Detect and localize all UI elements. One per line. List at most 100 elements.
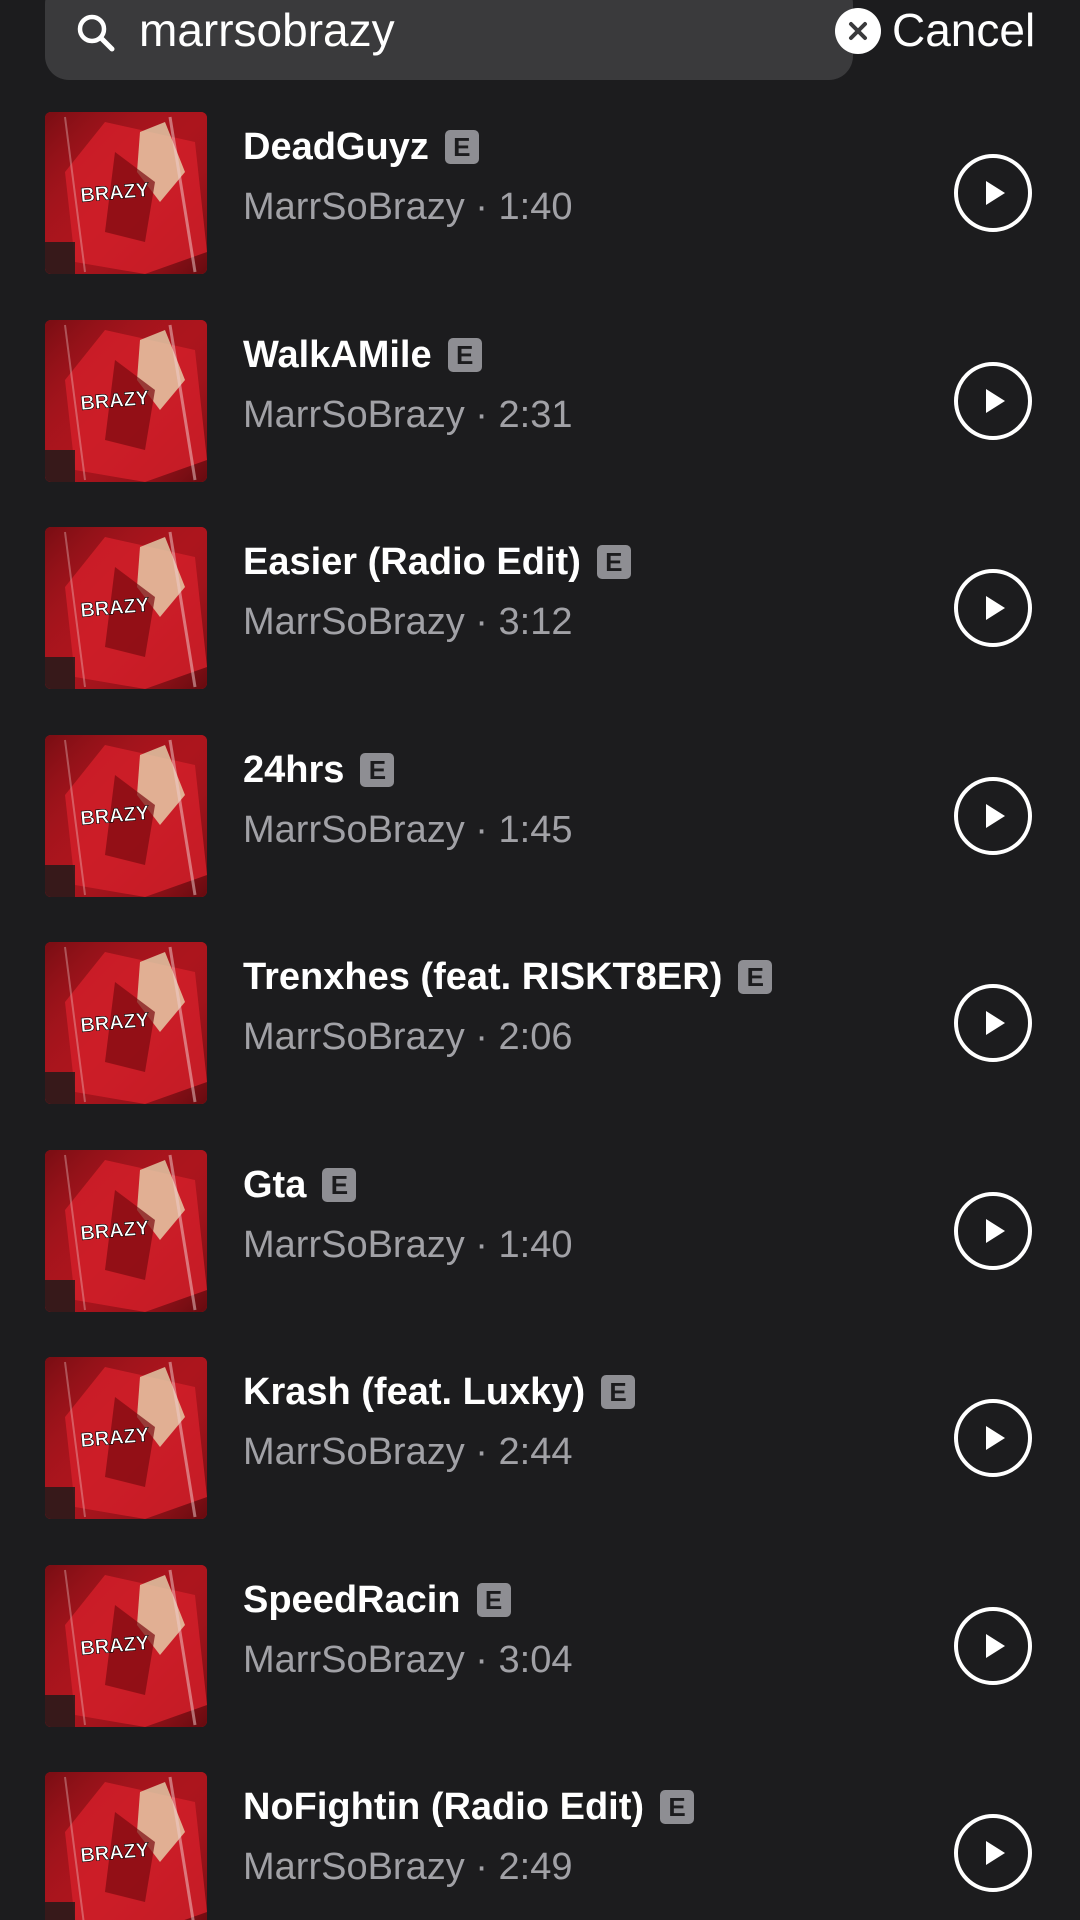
track-subtitle: MarrSoBrazy · 2:31: [243, 392, 572, 438]
play-button[interactable]: [953, 983, 1033, 1063]
play-button[interactable]: [953, 361, 1033, 441]
explicit-badge: E: [660, 1790, 695, 1824]
track-row[interactable]: BRAZY Easier (Radio Edit) E MarrSoBrazy …: [0, 523, 1080, 731]
track-duration: 3:12: [498, 601, 573, 643]
track-subtitle: MarrSoBrazy · 1:40: [243, 1222, 572, 1268]
track-title-line: WalkAMile E: [243, 332, 482, 378]
track-row[interactable]: BRAZY WalkAMile E MarrSoBrazy · 2:31: [0, 316, 1080, 524]
explicit-badge: E: [601, 1375, 636, 1409]
track-title: Gta: [243, 1163, 307, 1206]
album-artwork: BRAZY: [45, 319, 207, 482]
track-row[interactable]: BRAZY SpeedRacin E MarrSoBrazy · 3:04: [0, 1561, 1080, 1769]
play-icon: [954, 569, 1032, 647]
track-row[interactable]: BRAZY DeadGuyz E MarrSoBrazy · 1:40: [0, 108, 1080, 316]
play-icon: [954, 154, 1032, 232]
track-title-line: NoFightin (Radio Edit) E: [243, 1784, 695, 1830]
track-artist: MarrSoBrazy: [243, 1638, 465, 1681]
track-row[interactable]: BRAZY Gta E MarrSoBrazy · 1:40: [0, 1146, 1080, 1354]
clear-search-button[interactable]: [835, 8, 881, 54]
track-duration: 2:06: [498, 1016, 573, 1058]
separator: ·: [475, 808, 488, 851]
track-artist: MarrSoBrazy: [243, 186, 465, 228]
play-button[interactable]: [953, 1813, 1033, 1893]
track-artist: MarrSoBrazy: [243, 1846, 465, 1888]
track-title-line: DeadGuyz E: [243, 124, 479, 170]
album-artwork: BRAZY: [45, 734, 207, 897]
track-title: Easier (Radio Edit): [243, 541, 581, 583]
track-artist: MarrSoBrazy: [243, 808, 465, 851]
search-icon: [75, 12, 117, 54]
track-duration: 2:31: [498, 393, 573, 436]
track-artist: MarrSoBrazy: [243, 393, 465, 436]
separator: ·: [475, 1638, 488, 1681]
separator: ·: [475, 1016, 488, 1058]
album-artwork: BRAZY: [45, 942, 207, 1104]
play-icon: [954, 1191, 1032, 1270]
play-button[interactable]: [953, 776, 1033, 856]
explicit-badge: E: [322, 1167, 357, 1202]
track-subtitle: MarrSoBrazy · 2:44: [243, 1429, 572, 1475]
clear-icon: [849, 22, 867, 40]
track-title: Krash (feat. Luxky): [243, 1371, 586, 1413]
separator: ·: [475, 1846, 488, 1888]
explicit-badge: E: [738, 960, 773, 994]
track-title-line: Trenxhes (feat. RISKT8ER) E: [243, 954, 773, 1000]
track-duration: 1:45: [498, 808, 573, 851]
album-artwork: BRAZY: [45, 527, 207, 689]
track-row[interactable]: BRAZY 24hrs E MarrSoBrazy · 1:45: [0, 731, 1080, 939]
track-title: 24hrs: [243, 748, 345, 791]
search-input[interactable]: marrsobrazy: [139, 2, 395, 58]
track-title: Trenxhes (feat. RISKT8ER): [243, 956, 723, 998]
track-subtitle: MarrSoBrazy · 2:49: [243, 1844, 572, 1890]
separator: ·: [475, 186, 488, 228]
track-duration: 2:44: [498, 1431, 573, 1473]
album-artwork: BRAZY: [45, 112, 207, 274]
track-artist: MarrSoBrazy: [243, 601, 465, 643]
play-button[interactable]: [953, 1191, 1033, 1271]
play-icon: [954, 984, 1032, 1062]
explicit-badge: E: [476, 1582, 511, 1617]
play-icon: [954, 1606, 1032, 1685]
track-artist: MarrSoBrazy: [243, 1223, 465, 1266]
track-title-line: Easier (Radio Edit) E: [243, 539, 631, 585]
explicit-badge: E: [596, 545, 631, 579]
album-artwork: BRAZY: [45, 1357, 207, 1519]
track-row[interactable]: BRAZY Trenxhes (feat. RISKT8ER) E MarrSo…: [0, 938, 1080, 1146]
track-duration: 2:49: [498, 1846, 573, 1888]
separator: ·: [475, 601, 488, 643]
play-icon: [954, 361, 1032, 440]
track-artist: MarrSoBrazy: [243, 1016, 465, 1058]
track-title-line: 24hrs E: [243, 747, 395, 793]
play-button[interactable]: [953, 153, 1033, 233]
play-icon: [954, 776, 1032, 855]
track-subtitle: MarrSoBrazy · 1:40: [243, 184, 572, 230]
track-title-line: SpeedRacin E: [243, 1577, 511, 1623]
play-icon: [954, 1399, 1032, 1477]
track-subtitle: MarrSoBrazy · 2:06: [243, 1014, 572, 1060]
track-title: DeadGuyz: [243, 126, 429, 168]
album-artwork: BRAZY: [45, 1149, 207, 1312]
search-header: marrsobrazy Cancel: [0, 0, 1080, 82]
track-duration: 1:40: [498, 186, 573, 228]
search-field[interactable]: marrsobrazy: [45, 0, 881, 80]
track-list: BRAZY DeadGuyz E MarrSoBrazy · 1:40 BRAZ…: [0, 108, 1080, 1920]
track-subtitle: MarrSoBrazy · 1:45: [243, 807, 572, 853]
track-artist: MarrSoBrazy: [243, 1431, 465, 1473]
track-row[interactable]: BRAZY Krash (feat. Luxky) E MarrSoBrazy …: [0, 1353, 1080, 1561]
track-title: NoFightin (Radio Edit): [243, 1786, 645, 1828]
track-title-line: Krash (feat. Luxky) E: [243, 1369, 636, 1415]
track-duration: 3:04: [498, 1638, 573, 1681]
cancel-button[interactable]: Cancel: [892, 2, 1035, 58]
play-icon: [954, 1814, 1032, 1892]
play-button[interactable]: [953, 1606, 1033, 1686]
album-artwork: BRAZY: [45, 1772, 207, 1920]
track-subtitle: MarrSoBrazy · 3:12: [243, 599, 572, 645]
search-results-screen: marrsobrazy Cancel BRAZY DeadGuyz E Marr…: [0, 0, 1080, 1920]
separator: ·: [475, 1431, 488, 1473]
album-artwork: BRAZY: [45, 1564, 207, 1727]
play-button[interactable]: [953, 568, 1033, 648]
explicit-badge: E: [447, 337, 482, 372]
track-title: WalkAMile: [243, 333, 432, 376]
play-button[interactable]: [953, 1398, 1033, 1478]
track-row[interactable]: BRAZY NoFightin (Radio Edit) E MarrSoBra…: [0, 1768, 1080, 1920]
